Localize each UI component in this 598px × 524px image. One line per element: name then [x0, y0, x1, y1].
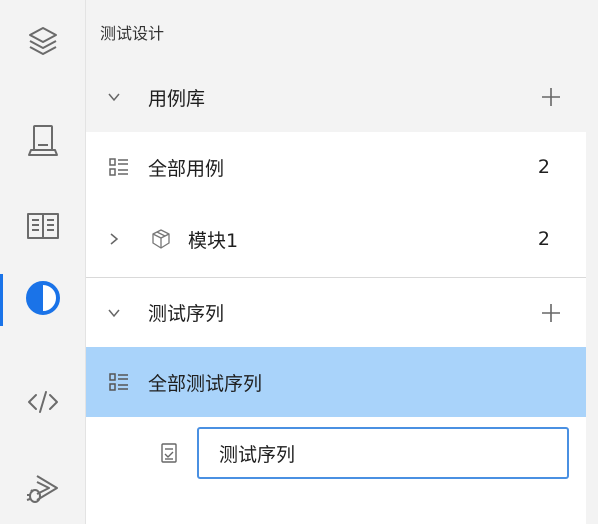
scrollbar[interactable] [586, 0, 598, 524]
layers-icon [23, 20, 63, 64]
list-item-label: 全部测试序列 [148, 372, 263, 395]
activity-docs[interactable] [0, 196, 86, 260]
item-count: 2 [537, 156, 550, 178]
chevron-down-icon[interactable] [104, 87, 124, 107]
section-label: 用例库 [148, 87, 206, 110]
sequence-name-input[interactable] [197, 427, 569, 479]
bug-run-icon [23, 468, 63, 512]
panel-header: 测试设计 [86, 0, 586, 62]
list-icon [106, 154, 132, 180]
code-icon [23, 382, 63, 426]
document-icon [156, 440, 182, 466]
item-count: 2 [537, 228, 550, 250]
add-case-button[interactable] [536, 82, 566, 112]
list-item-all-cases[interactable]: 全部用例 2 [86, 132, 586, 202]
activity-device[interactable] [0, 110, 86, 174]
list-item-module-1[interactable]: 模块1 2 [86, 204, 586, 274]
activity-debug-run[interactable] [0, 458, 86, 522]
list-item-label: 全部用例 [148, 157, 225, 180]
new-sequence-row [86, 418, 586, 488]
list-icon [106, 369, 132, 395]
activity-code[interactable] [0, 372, 86, 436]
test-design-panel: 测试设计 用例库 全部用例 2 模块1 2 测试序列 全部测试序列 测试序列 [86, 0, 598, 524]
book-icon [23, 206, 63, 250]
chevron-right-icon[interactable] [104, 229, 124, 249]
activity-layers[interactable] [0, 10, 86, 74]
section-case-library[interactable]: 用例库 [86, 62, 586, 132]
activity-test-design[interactable] [0, 268, 86, 332]
add-sequence-button[interactable] [536, 298, 566, 328]
section-test-sequence[interactable]: 测试序列 [86, 277, 586, 347]
chevron-down-icon[interactable] [104, 303, 124, 323]
cube-icon [148, 226, 174, 252]
contrast-icon [23, 278, 63, 322]
activity-bar [0, 0, 86, 524]
list-item-label: 模块1 [188, 229, 239, 252]
list-item-all-sequences[interactable]: 全部测试序列 [86, 347, 586, 417]
section-label: 测试序列 [148, 303, 225, 325]
panel-title: 测试设计 [100, 24, 165, 43]
device-icon [23, 120, 63, 164]
test-design-window: 测试设计 用例库 全部用例 2 模块1 2 测试序列 全部测试序列 测试序列 [0, 0, 598, 524]
